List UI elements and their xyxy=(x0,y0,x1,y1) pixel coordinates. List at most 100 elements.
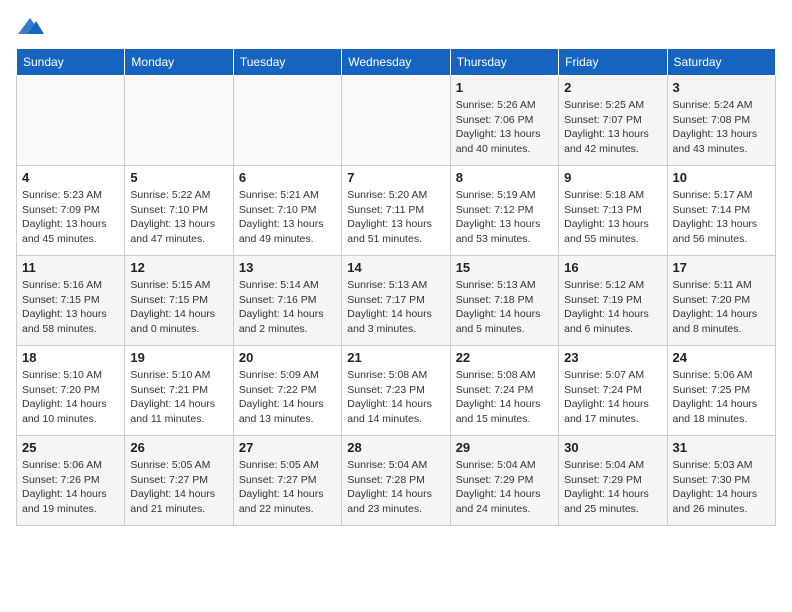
day-info: Sunrise: 5:13 AM Sunset: 7:18 PM Dayligh… xyxy=(456,278,553,337)
day-info: Sunrise: 5:05 AM Sunset: 7:27 PM Dayligh… xyxy=(130,458,227,517)
day-cell: 10 Sunrise: 5:17 AM Sunset: 7:14 PM Dayli… xyxy=(667,166,775,256)
day-number: 3 xyxy=(673,80,770,95)
week-row-5: 25Sunrise: 5:06 AM Sunset: 7:26 PM Dayli… xyxy=(17,436,776,526)
day-number: 4 xyxy=(22,170,119,185)
day-number: 18 xyxy=(22,350,119,365)
day-number: 5 xyxy=(130,170,227,185)
day-info: Sunrise: 5:10 AM Sunset: 7:21 PM Dayligh… xyxy=(130,368,227,427)
day-cell: 13 Sunrise: 5:14 AM Sunset: 7:16 PM Dayli… xyxy=(233,256,341,346)
day-number: 10 xyxy=(673,170,770,185)
day-number: 6 xyxy=(239,170,336,185)
day-info: Sunrise: 5:04 AM Sunset: 7:29 PM Dayligh… xyxy=(564,458,661,517)
day-number: 23 xyxy=(564,350,661,365)
header-saturday: Saturday xyxy=(667,49,775,76)
header-row: SundayMondayTuesdayWednesdayThursdayFrid… xyxy=(17,49,776,76)
day-info: Sunrise: 5:04 AM Sunset: 7:28 PM Dayligh… xyxy=(347,458,444,517)
day-number: 8 xyxy=(456,170,553,185)
day-info: Sunrise: 5:17 AM Sunset: 7:14 PM Dayligh… xyxy=(673,188,770,247)
calendar-table: SundayMondayTuesdayWednesdayThursdayFrid… xyxy=(16,48,776,526)
week-row-4: 18 Sunrise: 5:10 AM Sunset: 7:20 PM Dayli… xyxy=(17,346,776,436)
day-cell: 27Sunrise: 5:05 AM Sunset: 7:27 PM Dayli… xyxy=(233,436,341,526)
header-wednesday: Wednesday xyxy=(342,49,450,76)
day-info: Sunrise: 5:26 AM Sunset: 7:06 PM Dayligh… xyxy=(456,98,553,157)
day-info: Sunrise: 5:24 AM Sunset: 7:08 PM Dayligh… xyxy=(673,98,770,157)
day-cell xyxy=(125,76,233,166)
day-cell: 8 Sunrise: 5:19 AM Sunset: 7:12 PM Daylig… xyxy=(450,166,558,256)
day-cell: 1 Sunrise: 5:26 AM Sunset: 7:06 PM Daylig… xyxy=(450,76,558,166)
day-info: Sunrise: 5:16 AM Sunset: 7:15 PM Dayligh… xyxy=(22,278,119,337)
day-cell xyxy=(17,76,125,166)
header-monday: Monday xyxy=(125,49,233,76)
day-cell: 16Sunrise: 5:12 AM Sunset: 7:19 PM Dayli… xyxy=(559,256,667,346)
day-cell: 11 Sunrise: 5:16 AM Sunset: 7:15 PM Dayli… xyxy=(17,256,125,346)
day-info: Sunrise: 5:18 AM Sunset: 7:13 PM Dayligh… xyxy=(564,188,661,247)
logo xyxy=(16,16,48,38)
logo-icon xyxy=(16,16,44,38)
day-cell: 19 Sunrise: 5:10 AM Sunset: 7:21 PM Dayli… xyxy=(125,346,233,436)
day-info: Sunrise: 5:21 AM Sunset: 7:10 PM Dayligh… xyxy=(239,188,336,247)
day-info: Sunrise: 5:23 AM Sunset: 7:09 PM Dayligh… xyxy=(22,188,119,247)
day-number: 17 xyxy=(673,260,770,275)
day-cell: 21Sunrise: 5:08 AM Sunset: 7:23 PM Dayli… xyxy=(342,346,450,436)
day-cell: 31Sunrise: 5:03 AM Sunset: 7:30 PM Dayli… xyxy=(667,436,775,526)
header-sunday: Sunday xyxy=(17,49,125,76)
day-cell: 20Sunrise: 5:09 AM Sunset: 7:22 PM Dayli… xyxy=(233,346,341,436)
day-cell: 18 Sunrise: 5:10 AM Sunset: 7:20 PM Dayli… xyxy=(17,346,125,436)
day-info: Sunrise: 5:19 AM Sunset: 7:12 PM Dayligh… xyxy=(456,188,553,247)
day-number: 13 xyxy=(239,260,336,275)
week-row-2: 4 Sunrise: 5:23 AM Sunset: 7:09 PM Daylig… xyxy=(17,166,776,256)
day-info: Sunrise: 5:06 AM Sunset: 7:25 PM Dayligh… xyxy=(673,368,770,427)
day-number: 11 xyxy=(22,260,119,275)
day-info: Sunrise: 5:07 AM Sunset: 7:24 PM Dayligh… xyxy=(564,368,661,427)
day-number: 1 xyxy=(456,80,553,95)
day-cell: 29 Sunrise: 5:04 AM Sunset: 7:29 PM Dayli… xyxy=(450,436,558,526)
day-cell xyxy=(342,76,450,166)
page-header xyxy=(16,16,776,38)
day-cell: 14 Sunrise: 5:13 AM Sunset: 7:17 PM Dayli… xyxy=(342,256,450,346)
day-cell: 7 Sunrise: 5:20 AM Sunset: 7:11 PM Daylig… xyxy=(342,166,450,256)
day-cell: 15 Sunrise: 5:13 AM Sunset: 7:18 PM Dayli… xyxy=(450,256,558,346)
header-tuesday: Tuesday xyxy=(233,49,341,76)
week-row-3: 11 Sunrise: 5:16 AM Sunset: 7:15 PM Dayli… xyxy=(17,256,776,346)
day-number: 28 xyxy=(347,440,444,455)
day-info: Sunrise: 5:25 AM Sunset: 7:07 PM Dayligh… xyxy=(564,98,661,157)
day-cell: 6 Sunrise: 5:21 AM Sunset: 7:10 PM Daylig… xyxy=(233,166,341,256)
day-number: 14 xyxy=(347,260,444,275)
day-number: 15 xyxy=(456,260,553,275)
day-number: 16 xyxy=(564,260,661,275)
day-cell: 23 Sunrise: 5:07 AM Sunset: 7:24 PM Dayli… xyxy=(559,346,667,436)
day-cell: 24 Sunrise: 5:06 AM Sunset: 7:25 PM Dayli… xyxy=(667,346,775,436)
day-cell: 4 Sunrise: 5:23 AM Sunset: 7:09 PM Daylig… xyxy=(17,166,125,256)
day-cell: 9 Sunrise: 5:18 AM Sunset: 7:13 PM Daylig… xyxy=(559,166,667,256)
day-cell: 2 Sunrise: 5:25 AM Sunset: 7:07 PM Daylig… xyxy=(559,76,667,166)
day-number: 2 xyxy=(564,80,661,95)
day-cell xyxy=(233,76,341,166)
day-number: 19 xyxy=(130,350,227,365)
day-info: Sunrise: 5:08 AM Sunset: 7:24 PM Dayligh… xyxy=(456,368,553,427)
day-info: Sunrise: 5:10 AM Sunset: 7:20 PM Dayligh… xyxy=(22,368,119,427)
header-friday: Friday xyxy=(559,49,667,76)
day-number: 29 xyxy=(456,440,553,455)
day-number: 22 xyxy=(456,350,553,365)
day-number: 21 xyxy=(347,350,444,365)
day-number: 7 xyxy=(347,170,444,185)
day-info: Sunrise: 5:13 AM Sunset: 7:17 PM Dayligh… xyxy=(347,278,444,337)
day-number: 20 xyxy=(239,350,336,365)
day-info: Sunrise: 5:20 AM Sunset: 7:11 PM Dayligh… xyxy=(347,188,444,247)
day-info: Sunrise: 5:14 AM Sunset: 7:16 PM Dayligh… xyxy=(239,278,336,337)
day-cell: 25Sunrise: 5:06 AM Sunset: 7:26 PM Dayli… xyxy=(17,436,125,526)
day-number: 31 xyxy=(673,440,770,455)
day-number: 26 xyxy=(130,440,227,455)
day-number: 9 xyxy=(564,170,661,185)
day-info: Sunrise: 5:05 AM Sunset: 7:27 PM Dayligh… xyxy=(239,458,336,517)
day-cell: 5 Sunrise: 5:22 AM Sunset: 7:10 PM Daylig… xyxy=(125,166,233,256)
day-info: Sunrise: 5:04 AM Sunset: 7:29 PM Dayligh… xyxy=(456,458,553,517)
day-info: Sunrise: 5:15 AM Sunset: 7:15 PM Dayligh… xyxy=(130,278,227,337)
day-cell: 17Sunrise: 5:11 AM Sunset: 7:20 PM Dayli… xyxy=(667,256,775,346)
day-info: Sunrise: 5:22 AM Sunset: 7:10 PM Dayligh… xyxy=(130,188,227,247)
day-number: 24 xyxy=(673,350,770,365)
header-thursday: Thursday xyxy=(450,49,558,76)
week-row-1: 1 Sunrise: 5:26 AM Sunset: 7:06 PM Daylig… xyxy=(17,76,776,166)
day-cell: 28 Sunrise: 5:04 AM Sunset: 7:28 PM Dayli… xyxy=(342,436,450,526)
day-cell: 3 Sunrise: 5:24 AM Sunset: 7:08 PM Daylig… xyxy=(667,76,775,166)
